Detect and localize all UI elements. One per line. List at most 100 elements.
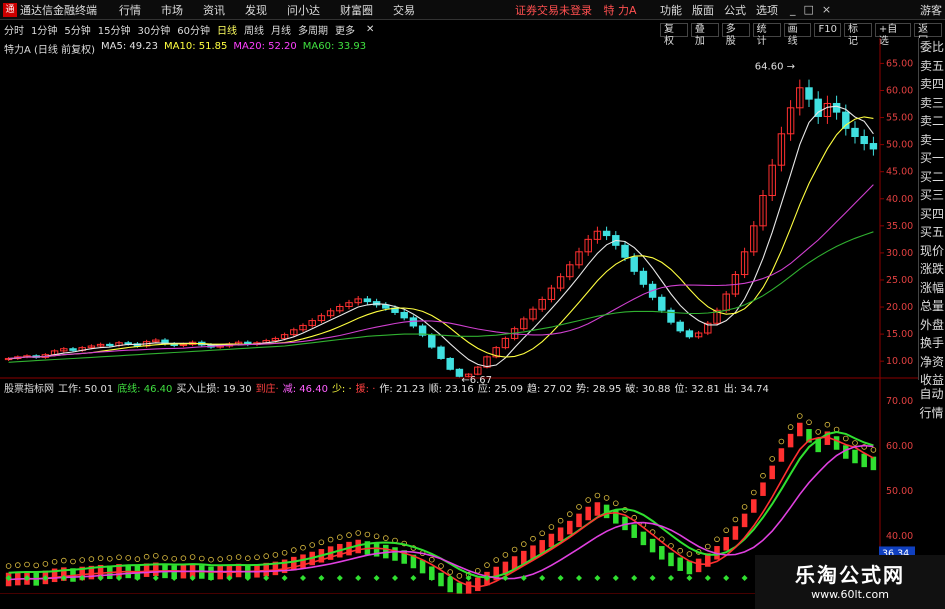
period-daily[interactable]: 日线 bbox=[217, 22, 237, 37]
price-tick-label: 30.00 bbox=[886, 248, 913, 259]
high-price-label: 64.60 → bbox=[755, 62, 795, 73]
side-panel-item[interactable]: 涨幅 bbox=[919, 279, 945, 298]
side-panel-item[interactable]: 卖五 bbox=[919, 57, 945, 76]
period-30min[interactable]: 30分钟 bbox=[137, 22, 170, 37]
indicator-bar bbox=[291, 556, 297, 571]
menu-item-market[interactable]: 行情 bbox=[119, 2, 141, 18]
period-1min[interactable]: 1分钟 bbox=[31, 22, 57, 37]
indicator-tick-label: 40.00 bbox=[886, 531, 913, 542]
side-panel-item[interactable]: 买二 bbox=[919, 168, 945, 187]
multi-stock-button[interactable]: 多股 bbox=[721, 22, 750, 47]
side-panel-item[interactable]: 总量 bbox=[919, 297, 945, 316]
period-multi[interactable]: 多周期 bbox=[298, 22, 328, 37]
period-more[interactable]: 更多 bbox=[335, 22, 355, 37]
indicator-dot bbox=[520, 541, 527, 547]
menu-formula[interactable]: 公式 bbox=[724, 2, 746, 18]
candle-body bbox=[446, 357, 454, 370]
price-tick-label: 25.00 bbox=[886, 275, 913, 286]
indicator-diamond bbox=[668, 575, 674, 581]
side-panel-item[interactable]: 卖四 bbox=[919, 75, 945, 94]
menu-function[interactable]: 功能 bbox=[660, 2, 682, 18]
close-icon[interactable]: ✕ bbox=[366, 24, 374, 35]
price-chart[interactable]: 65.00 60.00 55.00 50.00 45.00 40.00 35.00 30.00… bbox=[0, 38, 918, 594]
side-panel-item[interactable]: 净资 bbox=[919, 353, 945, 372]
indicator-bar bbox=[392, 547, 398, 561]
indicator-dot bbox=[530, 535, 536, 542]
indicator-dot bbox=[769, 456, 775, 462]
indicator-dot bbox=[208, 556, 214, 563]
price-tick-label: 10.00 bbox=[886, 356, 913, 367]
side-panel-item[interactable]: 委比 bbox=[919, 38, 945, 57]
price-tick-label: 15.00 bbox=[886, 329, 913, 340]
indicator-diamond bbox=[594, 575, 601, 581]
back-button[interactable]: 返回 bbox=[914, 22, 942, 47]
side-panel-item[interactable]: 卖三 bbox=[919, 94, 945, 113]
minimize-icon[interactable]: _ bbox=[790, 3, 796, 16]
side-panel-item[interactable]: 现价 bbox=[919, 242, 945, 261]
indicator-name[interactable]: 股票指标网 bbox=[4, 380, 54, 395]
indicator-value: 顺: 23.16 bbox=[428, 384, 474, 395]
indicator-bar bbox=[438, 572, 444, 587]
indicator-dot bbox=[714, 536, 720, 543]
indicator-dot bbox=[180, 555, 187, 561]
indicator-bar bbox=[548, 533, 555, 548]
add-watchlist-button[interactable]: +自选 bbox=[874, 22, 912, 47]
period-5min[interactable]: 5分钟 bbox=[64, 22, 90, 37]
candle-body bbox=[842, 111, 850, 129]
side-panel-item[interactable]: 涨跌 bbox=[919, 260, 945, 279]
side-panel-item[interactable]: 卖二 bbox=[919, 112, 945, 131]
overlay-button[interactable]: 叠加 bbox=[690, 22, 719, 47]
period-monthly[interactable]: 月线 bbox=[271, 22, 291, 37]
indicator-dot bbox=[300, 544, 306, 551]
indicator-legend: 股票指标网 工作: 50.01 底线: 46.40 买入止损: 19.30 到庄· 减: … bbox=[4, 380, 773, 395]
menu-item-trade[interactable]: 交易 bbox=[393, 2, 415, 18]
indicator-dot bbox=[88, 556, 95, 562]
side-panel-item[interactable]: 买五 bbox=[919, 223, 945, 242]
candle-body bbox=[363, 298, 372, 303]
mark-button[interactable]: 标记 bbox=[843, 22, 872, 47]
indicator-value: 趋: 27.02 bbox=[526, 384, 573, 395]
indicator-dot bbox=[290, 547, 297, 553]
restore-rights-button[interactable]: 复权 bbox=[660, 22, 688, 47]
indicator-dot bbox=[272, 552, 279, 558]
menu-item-wealth[interactable]: 财富圈 bbox=[340, 2, 373, 18]
maximize-icon[interactable]: □ bbox=[804, 3, 814, 16]
side-panel-item[interactable]: 买四 bbox=[919, 205, 945, 224]
period-intraday[interactable]: 分时 bbox=[4, 22, 24, 37]
close-icon[interactable]: × bbox=[822, 3, 831, 16]
menu-item-news[interactable]: 资讯 bbox=[203, 2, 225, 18]
draw-line-button[interactable]: 画线 bbox=[783, 22, 812, 47]
side-panel-item[interactable]: 买一 bbox=[919, 149, 945, 168]
indicator-tick-label: 70.00 bbox=[886, 396, 913, 407]
side-panel-item[interactable]: 卖一 bbox=[919, 131, 945, 150]
menu-item-exchange[interactable]: 市场 bbox=[161, 2, 183, 18]
period-60min[interactable]: 60分钟 bbox=[177, 22, 210, 37]
price-axis: 65.00 60.00 55.00 50.00 45.00 40.00 35.00 30.00… bbox=[880, 58, 913, 367]
guest-label[interactable]: 游客 bbox=[920, 2, 942, 18]
period-weekly[interactable]: 周线 bbox=[244, 22, 264, 37]
price-tick-label: 60.00 bbox=[886, 85, 913, 96]
side-panel-item[interactable]: 外盘 bbox=[919, 316, 945, 335]
candle-body bbox=[124, 342, 132, 345]
side-panel-item[interactable]: 换手 bbox=[919, 334, 945, 353]
side-panel-lower-item[interactable]: 自动 bbox=[918, 385, 945, 404]
indicator-diamond bbox=[649, 575, 656, 581]
indicator-diamond bbox=[557, 575, 564, 581]
side-panel-item[interactable]: 买三 bbox=[919, 186, 945, 205]
indicator-dot bbox=[594, 492, 601, 499]
menu-item-ask[interactable]: 问小达 bbox=[287, 2, 320, 18]
menu-item-discover[interactable]: 发现 bbox=[245, 2, 267, 18]
indicator-diamond bbox=[576, 575, 582, 581]
menu-options[interactable]: 选项 bbox=[756, 2, 778, 18]
side-panel-lower-item[interactable]: 行情 bbox=[918, 404, 945, 423]
indicator-bar bbox=[778, 448, 785, 462]
f10-button[interactable]: F10 bbox=[814, 22, 841, 37]
login-status[interactable]: 证券交易未登录 特 力A bbox=[515, 2, 637, 18]
menu-layout[interactable]: 版面 bbox=[692, 2, 714, 18]
price-tick-label: 50.00 bbox=[886, 140, 913, 151]
period-15min[interactable]: 15分钟 bbox=[98, 22, 131, 37]
indicator-diamond bbox=[300, 575, 306, 581]
indicator-dot bbox=[97, 555, 104, 561]
statistics-button[interactable]: 统计 bbox=[752, 22, 781, 47]
indicator-dot bbox=[235, 554, 242, 560]
